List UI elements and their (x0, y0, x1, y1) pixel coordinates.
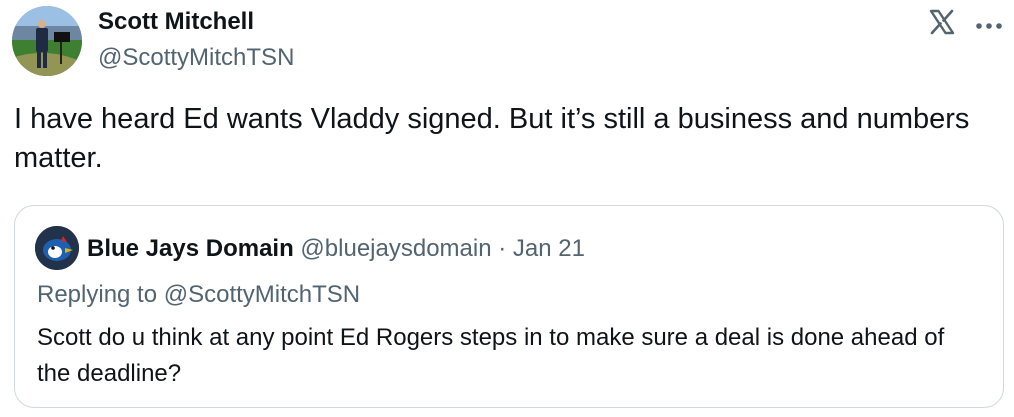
quote-date[interactable]: Jan 21 (513, 235, 585, 262)
tweet-text: I have heard Ed wants Vladdy signed. But… (14, 103, 970, 174)
quote-author-handle[interactable]: @bluejaysdomain (300, 235, 491, 262)
quote-text: Scott do u think at any point Ed Rogers … (37, 324, 945, 387)
author-handle[interactable]: @ScottyMitchTSN (98, 44, 294, 72)
quote-author-name[interactable]: Blue Jays Domain (87, 235, 294, 262)
avatar-photo (12, 6, 82, 76)
avatar[interactable] (12, 6, 82, 76)
quote-separator: · (498, 235, 507, 262)
more-options-icon[interactable] (974, 18, 1004, 29)
author-name[interactable]: Scott Mitchell (98, 8, 254, 36)
quote-avatar[interactable] (35, 226, 79, 270)
quote-header: Blue Jays Domain @bluejaysdomain · Jan 2… (87, 234, 585, 264)
quote-replying-to: Replying to @ScottyMitchTSN (37, 281, 361, 308)
x-logo-icon[interactable] (928, 8, 956, 36)
quoted-tweet[interactable]: Blue Jays Domain @bluejaysdomain · Jan 2… (14, 205, 1004, 408)
